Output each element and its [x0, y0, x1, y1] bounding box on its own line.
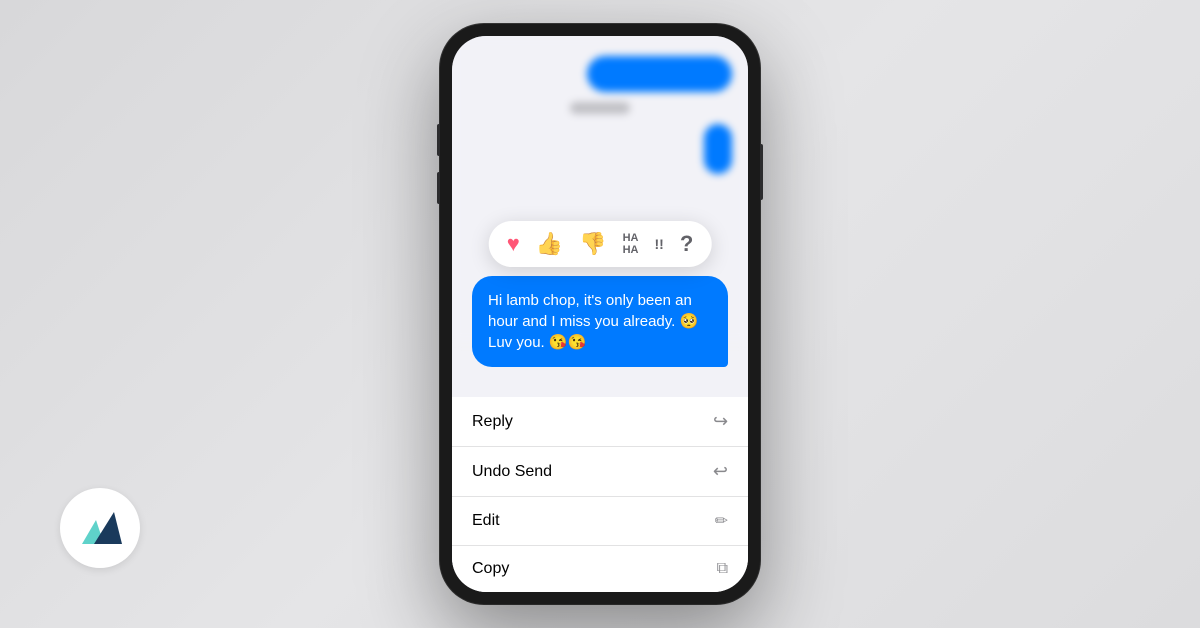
context-menu: Reply ↩ Undo Send ↩ Edit ✏ Copy ⧉ [452, 397, 748, 592]
reaction-bar: ♥ 👍 👎 HAHA !! ? [489, 221, 712, 267]
reply-icon: ↩ [713, 411, 728, 432]
volume-up-button [437, 124, 440, 156]
reaction-question[interactable]: ? [680, 231, 693, 257]
menu-label-edit: Edit [472, 512, 500, 530]
message-bubble: Hi lamb chop, it's only been an hour and… [472, 276, 728, 367]
blurred-timestamp [570, 102, 630, 114]
blurred-bubble-1 [587, 56, 732, 92]
volume-down-button [437, 172, 440, 204]
reaction-heart[interactable]: ♥ [507, 231, 520, 257]
phone-screen: ♥ 👍 👎 HAHA !! ? Hi lamb chop, it's only … [452, 36, 748, 592]
menu-item-undo-send[interactable]: Undo Send ↩ [452, 447, 748, 497]
edit-icon: ✏ [715, 511, 728, 531]
reaction-thumbs-down[interactable]: 👎 [579, 231, 606, 257]
power-button [760, 144, 763, 200]
copy-icon: ⧉ [717, 560, 728, 578]
active-message-area: Hi lamb chop, it's only been an hour and… [472, 276, 728, 367]
message-text: Hi lamb chop, it's only been an hour and… [488, 292, 698, 351]
menu-label-undo-send: Undo Send [472, 463, 552, 481]
menu-label-copy: Copy [472, 560, 509, 578]
menu-label-reply: Reply [472, 413, 513, 431]
menu-item-reply[interactable]: Reply ↩ [452, 397, 748, 447]
reaction-haha[interactable]: HAHA [623, 232, 639, 256]
reaction-exclaim[interactable]: !! [654, 236, 663, 252]
logo-icon [78, 508, 122, 548]
phone-frame: ♥ 👍 👎 HAHA !! ? Hi lamb chop, it's only … [440, 24, 760, 604]
blurred-bubble-2 [704, 124, 732, 174]
menu-item-copy[interactable]: Copy ⧉ [452, 546, 748, 592]
reaction-thumbs-up[interactable]: 👍 [536, 231, 563, 257]
menu-item-edit[interactable]: Edit ✏ [452, 497, 748, 546]
logo-container [60, 488, 140, 568]
undo-send-icon: ↩ [713, 461, 728, 482]
